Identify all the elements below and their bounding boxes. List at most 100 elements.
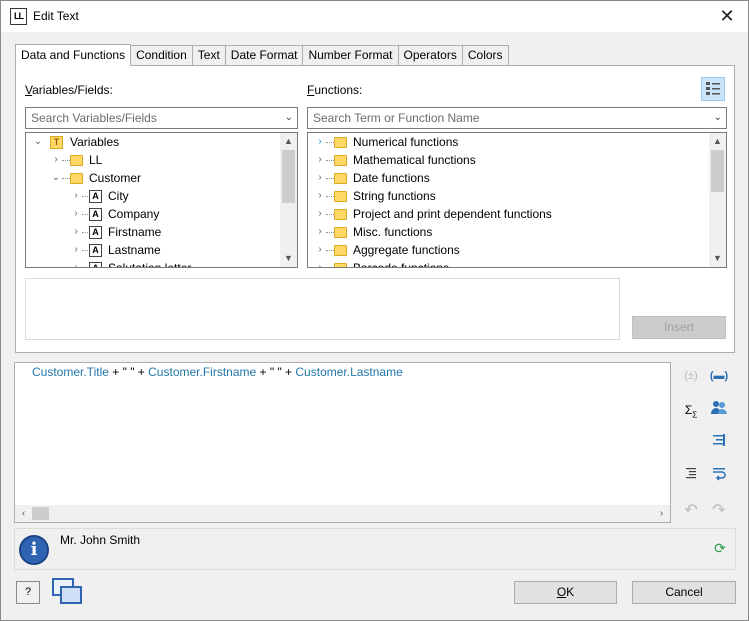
undo-icon[interactable]: ↶	[679, 500, 703, 522]
functions-tree[interactable]: › Numerical functions › Mathematical fun…	[307, 132, 727, 268]
tree-node-label: Company	[108, 207, 160, 221]
word-wrap-icon[interactable]	[707, 465, 731, 487]
scroll-thumb[interactable]	[32, 507, 49, 520]
result-preview: i Mr. John Smith	[14, 528, 736, 570]
scroll-thumb[interactable]	[711, 150, 724, 192]
close-icon[interactable]: ✕	[716, 5, 738, 27]
info-icon: i	[19, 535, 49, 565]
chevron-right-icon[interactable]: ›	[314, 151, 326, 169]
ok-button[interactable]: OK	[514, 581, 617, 604]
tree-node-mathematical-functions[interactable]: › Mathematical functions	[308, 151, 708, 169]
chevron-right-icon[interactable]: ›	[314, 169, 326, 187]
functions-scrollbar[interactable]: ▲ ▼	[709, 133, 726, 267]
tree-node-misc-functions[interactable]: › Misc. functions	[308, 223, 708, 241]
chevron-right-icon[interactable]: ›	[314, 205, 326, 223]
tree-node-string-functions[interactable]: › String functions	[308, 187, 708, 205]
tree-node-label: Numerical functions	[353, 135, 459, 149]
chevron-down-icon[interactable]: ⌄	[285, 108, 293, 128]
expression-text[interactable]: Customer.Title + " " + Customer.Firstnam…	[32, 365, 403, 379]
scroll-up-icon[interactable]: ▲	[709, 133, 726, 150]
text-field-icon: A	[89, 226, 102, 239]
tree-node-company[interactable]: › A Company	[26, 205, 282, 223]
tree-node-label: Lastname	[108, 243, 161, 257]
app-logo-icon: LL	[10, 8, 27, 25]
scroll-down-icon[interactable]: ▼	[709, 250, 726, 267]
tree-node-label: Date functions	[353, 171, 430, 185]
text-field-icon: A	[89, 262, 102, 267]
user-variables-icon[interactable]	[707, 399, 731, 421]
chevron-down-icon[interactable]: ⌄	[714, 108, 722, 128]
chevron-right-icon[interactable]: ›	[314, 187, 326, 205]
folder-icon	[334, 137, 347, 148]
redo-icon[interactable]: ↷	[707, 500, 731, 522]
chevron-right-icon[interactable]: ›	[70, 205, 82, 223]
chevron-right-icon[interactable]: ›	[314, 259, 326, 267]
tree-node-numerical-functions[interactable]: › Numerical functions	[308, 133, 708, 151]
text-field-icon: A	[89, 208, 102, 221]
text-field-icon: A	[89, 244, 102, 257]
tree-node-date-functions[interactable]: › Date functions	[308, 169, 708, 187]
description-box	[25, 278, 620, 340]
scroll-up-icon[interactable]: ▲	[280, 133, 297, 150]
tab-date-format[interactable]: Date Format	[224, 45, 304, 66]
tab-colors[interactable]: Colors	[461, 45, 509, 66]
tab-data-and-functions[interactable]: Data and Functions	[15, 44, 132, 66]
chevron-right-icon[interactable]: ›	[70, 241, 82, 259]
expression-editor[interactable]: Customer.Title + " " + Customer.Firstnam…	[14, 362, 671, 523]
tree-node-ll[interactable]: › LL	[26, 151, 282, 169]
chevron-right-icon[interactable]: ›	[70, 259, 82, 267]
tree-node-lastname[interactable]: › A Lastname	[26, 241, 282, 259]
windows-icon[interactable]	[52, 578, 84, 606]
chevron-right-icon[interactable]: ›	[314, 223, 326, 241]
expression-field-lastname: Customer.Lastname	[295, 365, 403, 379]
variables-tree[interactable]: ⌄ T Variables › LL ⌄ Customer › A City ›…	[25, 132, 298, 268]
tree-node-variables[interactable]: ⌄ T Variables	[26, 133, 282, 151]
folder-icon	[70, 173, 83, 184]
tree-node-label: Firstname	[108, 225, 162, 239]
scroll-down-icon[interactable]: ▼	[280, 250, 297, 267]
tree-node-firstname[interactable]: › A Firstname	[26, 223, 282, 241]
tab-text[interactable]: Text	[191, 45, 226, 66]
scroll-left-icon[interactable]: ‹	[15, 505, 32, 522]
tree-node-aggregate-functions[interactable]: › Aggregate functions	[308, 241, 708, 259]
editor-hscrollbar[interactable]: ‹ ›	[15, 505, 670, 522]
window-title: Edit Text	[33, 9, 79, 23]
tree-node-label: City	[108, 189, 129, 203]
scroll-right-icon[interactable]: ›	[653, 505, 670, 522]
tree-node-label: Project and print dependent functions	[353, 207, 552, 221]
variables-search-input[interactable]: Search Variables/Fields ⌄	[25, 107, 298, 129]
chevron-right-icon[interactable]: ›	[314, 241, 326, 259]
tree-node-project-functions[interactable]: › Project and print dependent functions	[308, 205, 708, 223]
tree-node-salutation[interactable]: › A Salutation letter	[26, 259, 282, 267]
variables-scrollbar[interactable]: ▲ ▼	[280, 133, 297, 267]
folder-icon	[70, 155, 83, 166]
refresh-icon[interactable]: ⟳	[708, 537, 732, 559]
tree-node-label: Barcode functions	[353, 261, 450, 268]
chevron-right-icon[interactable]: ›	[70, 223, 82, 241]
tab-condition[interactable]: Condition	[130, 45, 193, 66]
chevron-right-icon[interactable]: ›	[70, 187, 82, 205]
chevron-right-icon[interactable]: ›	[50, 151, 62, 169]
tree-node-label: String functions	[353, 189, 436, 203]
chevron-right-icon[interactable]: ›	[314, 133, 326, 151]
tab-operators[interactable]: Operators	[397, 45, 463, 66]
text-field-icon: A	[89, 190, 102, 203]
insert-button[interactable]: Insert	[632, 316, 726, 339]
functions-search-input[interactable]: Search Term or Function Name ⌄	[307, 107, 727, 129]
tab-number-format[interactable]: Number Format	[302, 45, 399, 66]
folder-icon	[334, 155, 347, 166]
tree-view-toggle-icon[interactable]	[701, 77, 725, 101]
chevron-down-icon[interactable]: ⌄	[50, 169, 62, 187]
insert-line-icon[interactable]	[707, 432, 731, 454]
cancel-button[interactable]: Cancel	[632, 581, 736, 604]
sum-variable-icon[interactable]: ΣΣ	[679, 399, 703, 421]
parentheses-icon[interactable]: (±)	[679, 365, 703, 387]
format-text-icon[interactable]	[679, 465, 703, 487]
tree-node-city[interactable]: › A City	[26, 187, 282, 205]
scroll-thumb[interactable]	[282, 150, 295, 203]
tree-node-barcode-functions[interactable]: › Barcode functions	[308, 259, 708, 268]
wrap-expression-icon[interactable]: (▬)	[707, 365, 731, 387]
tree-node-customer[interactable]: ⌄ Customer	[26, 169, 282, 187]
help-icon[interactable]: ?	[16, 581, 40, 604]
chevron-down-icon[interactable]: ⌄	[32, 133, 44, 151]
